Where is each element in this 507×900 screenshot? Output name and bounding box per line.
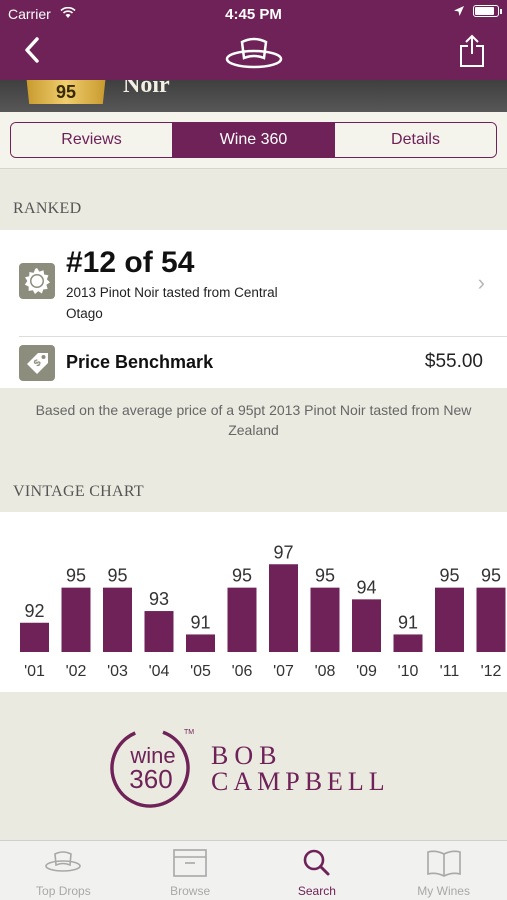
rank-description: 2013 Pinot Noir tasted from Central Otag…: [66, 285, 278, 321]
bar-value-label: 92: [24, 601, 44, 621]
hat-logo-icon: [225, 37, 283, 69]
vintage-chart-svg: 92 '01 95 '02 95 '03 93 '04 91 '05 95 '06 97 '07 95 '08…: [20, 542, 506, 680]
brand-footer: wine 360 TM BOB CAMPBELL: [0, 692, 507, 840]
x-tick-label: '06: [232, 663, 253, 680]
vintage-chart: 92 '01 95 '02 95 '03 93 '04 91 '05 95 '06 97 '07 95 '08…: [0, 512, 507, 692]
logo-360-text: 360: [129, 764, 172, 794]
bar-value-label: 95: [439, 566, 459, 586]
tabbar-search[interactable]: Search: [254, 841, 381, 900]
rank-value: #12 of 54: [66, 246, 195, 279]
rank-row[interactable]: #12 of 54 2013 Pinot Noir tasted from Ce…: [0, 230, 507, 336]
bar-11: [435, 587, 464, 652]
clock: 4:45 PM: [225, 6, 282, 23]
box-icon: [173, 849, 207, 877]
x-tick-label: '03: [107, 663, 128, 680]
tab-wine-360[interactable]: Wine 360: [173, 123, 335, 157]
bar-value-label: 95: [315, 566, 335, 586]
wine-title: Noir: [123, 80, 170, 98]
bar-02: [61, 587, 91, 652]
status-bar: Carrier 4:45 PM: [0, 0, 507, 28]
tabbar-top-drops[interactable]: Top Drops: [0, 841, 127, 900]
tabbar-label: My Wines: [417, 884, 470, 898]
bar-08: [310, 587, 340, 652]
bar-09: [352, 599, 381, 652]
bar-value-label: 95: [107, 566, 127, 586]
wine360-logo: wine 360 TM BOB CAMPBELL: [110, 728, 390, 808]
navigation-bar: Carrier 4:45 PM: [0, 0, 507, 80]
x-tick-label: '02: [66, 663, 87, 680]
bar-05: [186, 634, 215, 652]
trademark-text: TM: [184, 729, 194, 736]
bar-value-label: 93: [149, 589, 169, 609]
x-tick-label: '08: [315, 663, 336, 680]
x-tick-label: '01: [24, 663, 45, 680]
bar-07: [269, 564, 298, 652]
x-tick-label: '11: [440, 663, 460, 680]
bar-01: [20, 622, 49, 652]
battery-icon: [473, 5, 502, 17]
tab-details[interactable]: Details: [335, 123, 496, 157]
tab-reviews[interactable]: Reviews: [11, 123, 173, 157]
ranked-card: #12 of 54 2013 Pinot Noir tasted from Ce…: [0, 230, 507, 388]
hat-icon: [45, 851, 82, 872]
bar-03: [103, 587, 132, 652]
tabbar-label: Browse: [170, 884, 211, 898]
x-tick-label: '04: [149, 663, 170, 680]
brand-name-line1: BOB: [211, 741, 282, 770]
tab-bar: Top Drops Browse Search My Wines: [0, 840, 507, 900]
bar-04: [144, 611, 174, 652]
segmented-control: Reviews Wine 360 Details: [10, 122, 497, 158]
price-note: Based on the average price of a 95pt 201…: [35, 402, 472, 438]
tabbar-label: Search: [297, 884, 336, 898]
bar-value-label: 91: [398, 612, 418, 632]
chevron-right-icon: ›: [477, 270, 485, 295]
price-tag-icon: $: [19, 345, 55, 381]
x-tick-label: '07: [273, 663, 294, 680]
score-badge: 95: [26, 80, 106, 104]
brand-name-line2: CAMPBELL: [211, 767, 390, 796]
book-icon: [426, 850, 461, 877]
bar-12: [476, 587, 506, 652]
tabbar-browse[interactable]: Browse: [127, 841, 254, 900]
seal-icon: [19, 263, 55, 299]
bar-06: [227, 587, 257, 652]
tabbar-label: Top Drops: [36, 884, 91, 898]
price-benchmark-label: Price Benchmark: [66, 352, 214, 372]
x-tick-label: '05: [190, 663, 211, 680]
ranked-heading: RANKED: [13, 200, 82, 217]
x-tick-label: '10: [398, 663, 419, 680]
bar-value-label: 91: [190, 612, 210, 632]
x-tick-label: '09: [356, 663, 377, 680]
bar-value-label: 95: [481, 566, 501, 586]
bar-10: [393, 634, 423, 652]
tabbar-my-wines[interactable]: My Wines: [380, 841, 507, 900]
location-arrow-icon: [454, 6, 464, 16]
price-benchmark-value: $55.00: [424, 351, 483, 372]
segment-bar: Reviews Wine 360 Details: [0, 112, 507, 169]
bar-value-label: 95: [232, 566, 252, 586]
wine-header: 95 Noir: [0, 80, 507, 112]
price-benchmark-row: $ Price Benchmark $55.00: [0, 337, 507, 388]
x-tick-label: '12: [481, 663, 502, 680]
bar-value-label: 95: [66, 566, 86, 586]
bar-value-label: 97: [273, 542, 293, 562]
search-icon: [303, 849, 330, 876]
vintage-chart-heading: VINTAGE CHART: [13, 483, 144, 500]
share-icon[interactable]: [459, 34, 485, 68]
bar-value-label: 94: [356, 577, 376, 597]
back-chevron-icon[interactable]: [22, 36, 42, 64]
